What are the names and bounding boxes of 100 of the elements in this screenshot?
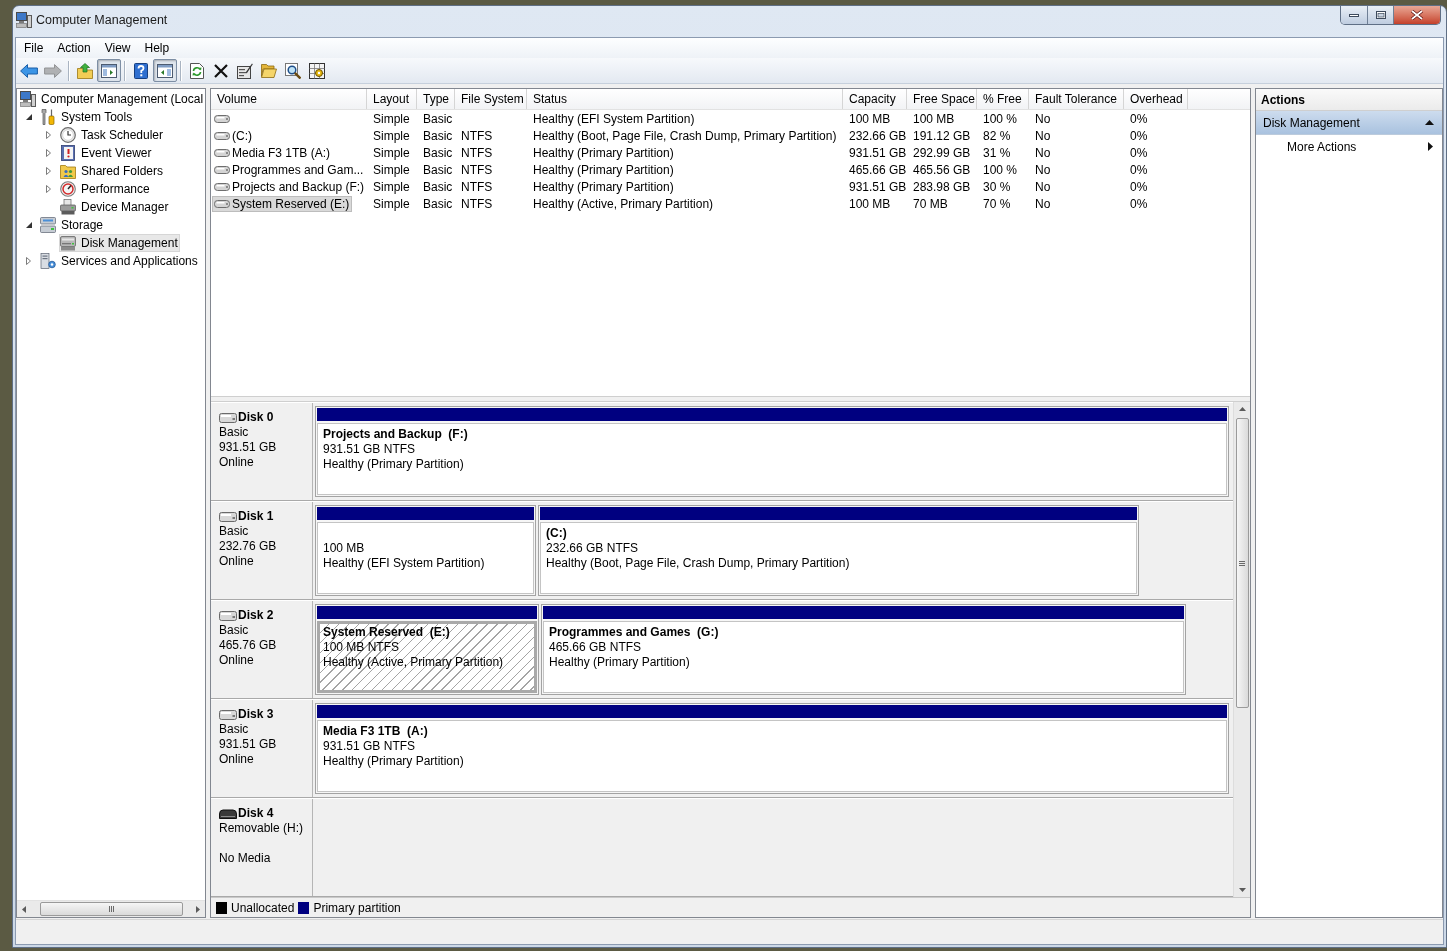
tree-item[interactable]: Device Manager: [59, 198, 171, 216]
status-value: Healthy (EFI System Partition): [533, 110, 695, 128]
partition-size: 931.51 GB NTFS: [323, 442, 416, 457]
scroll-down-arrow-icon[interactable]: [1238, 888, 1246, 892]
scroll-thumb[interactable]: [1235, 418, 1249, 708]
show-hide-action-pane-button[interactable]: [153, 59, 177, 82]
partition-block[interactable]: Media F3 1TB (A:) 931.51 GB NTFS Healthy (Primary Partition): [315, 703, 1229, 794]
fault-tolerance-value: No: [1035, 178, 1051, 196]
partition-block[interactable]: (C:) 232.66 GB NTFS Healthy (Boot, Page File, Crash Dump, Primary Partition): [538, 505, 1139, 596]
tree-item[interactable]: Task Scheduler: [59, 126, 166, 144]
partition-name: Media F3 1TB (A:): [323, 724, 428, 739]
overhead-value: 0%: [1130, 195, 1148, 213]
disk-name: Disk 3: [238, 707, 274, 722]
layout-value: Simple: [373, 127, 410, 145]
disk-drive-icon: [60, 235, 76, 251]
type-value: Basic: [423, 144, 453, 162]
expand-triangle-icon[interactable]: [26, 114, 32, 120]
partition-name: Programmes and Games (G:): [549, 625, 719, 640]
column-header[interactable]: File System: [455, 89, 527, 109]
tree-item[interactable]: Shared Folders: [59, 162, 166, 180]
disk-status: Online: [219, 653, 254, 668]
menu-item[interactable]: Action: [50, 38, 98, 58]
disk-name: Disk 2: [238, 608, 274, 623]
actions-section-header[interactable]: Disk Management: [1256, 111, 1442, 135]
partition-size: 232.66 GB NTFS: [546, 541, 639, 556]
tools-icon: [40, 109, 56, 125]
disk-size: 232.76 GB: [219, 539, 277, 554]
column-header[interactable]: Status: [527, 89, 843, 109]
menu-item[interactable]: View: [97, 38, 138, 58]
volume-name: Media F3 1TB (A:): [232, 144, 331, 162]
menu-item[interactable]: File: [17, 38, 51, 58]
partition-block[interactable]: Programmes and Games (G:) 465.66 GB NTFS Healthy (Primary Partition): [541, 604, 1186, 695]
partition-block[interactable]: 100 MB Healthy (EFI System Partition): [315, 505, 536, 596]
layout-value: Simple: [373, 195, 410, 213]
capacity-value: 100 MB: [849, 195, 891, 213]
disk-status: Online: [219, 455, 254, 470]
window-title: Computer Management: [36, 11, 168, 29]
tree-item[interactable]: Storage: [39, 216, 106, 234]
disk-name: Disk 1: [238, 509, 274, 524]
capacity-value: 465.66 GB: [849, 161, 907, 179]
status-value: Healthy (Boot, Page File, Crash Dump, Primary Partition): [533, 127, 837, 145]
vertical-scrollbar[interactable]: [1233, 402, 1250, 897]
expand-triangle-icon[interactable]: [26, 222, 32, 228]
tree-item[interactable]: System Tools: [39, 108, 135, 126]
drive-icon: [214, 148, 230, 157]
partition-name: (C:): [546, 526, 567, 541]
percent-free-value: 30 %: [983, 178, 1011, 196]
column-header[interactable]: % Free: [977, 89, 1029, 109]
printer-icon: [60, 199, 76, 215]
open-folder-icon: [261, 63, 277, 78]
overhead-value: 0%: [1130, 127, 1148, 145]
scroll-thumb[interactable]: [40, 902, 183, 916]
search-icon: [285, 62, 301, 79]
overhead-value: 0%: [1130, 110, 1148, 128]
percent-free-value: 100 %: [983, 161, 1018, 179]
partition-status: Healthy (EFI System Partition): [323, 556, 485, 571]
partition-size: 465.66 GB NTFS: [549, 640, 642, 655]
layout-value: Simple: [373, 161, 410, 179]
free-space-value: 70 MB: [913, 195, 948, 213]
column-header[interactable]: Capacity: [843, 89, 907, 109]
action-item[interactable]: More Actions: [1256, 135, 1442, 158]
delete-icon: [214, 63, 228, 78]
type-value: Basic: [423, 161, 453, 179]
scroll-right-arrow-icon[interactable]: [196, 905, 200, 913]
scroll-up-arrow-icon[interactable]: [1238, 407, 1246, 411]
gauge-icon: [60, 181, 76, 197]
horizontal-scrollbar[interactable]: [17, 900, 205, 917]
tree-item[interactable]: Services and Applications: [39, 252, 200, 270]
tree-item[interactable]: Performance: [59, 180, 152, 198]
free-space-value: 191.12 GB: [913, 127, 971, 145]
maximize-button[interactable]: [1368, 6, 1394, 24]
disk-drive-icon: [219, 709, 237, 720]
file-system-value: NTFS: [461, 178, 493, 196]
volume-name: System Reserved (E:): [232, 195, 350, 213]
computer-icon: [20, 91, 36, 107]
tree-item[interactable]: Disk Management: [59, 234, 180, 252]
partition-block[interactable]: Projects and Backup (F:) 931.51 GB NTFS Healthy (Primary Partition): [315, 406, 1229, 497]
column-header[interactable]: Layout: [367, 89, 417, 109]
tree-item[interactable]: Computer Management (Local: [19, 90, 206, 108]
column-header[interactable]: Overhead: [1124, 89, 1188, 109]
type-value: Basic: [423, 110, 453, 128]
fault-tolerance-value: No: [1035, 110, 1051, 128]
scroll-left-arrow-icon[interactable]: [22, 905, 26, 913]
disk-name: Disk 0: [238, 410, 274, 425]
column-header[interactable]: Fault Tolerance: [1029, 89, 1124, 109]
column-header[interactable]: Volume: [211, 89, 367, 109]
overhead-value: 0%: [1130, 178, 1148, 196]
layout-value: Simple: [373, 178, 410, 196]
tree-item[interactable]: Event Viewer: [59, 144, 154, 162]
drive-icon: [214, 182, 230, 191]
column-header[interactable]: Type: [417, 89, 455, 109]
menu-item[interactable]: Help: [137, 38, 177, 58]
column-header[interactable]: Free Space: [907, 89, 977, 109]
grip-icon: [109, 906, 114, 912]
minimize-button[interactable]: [1341, 6, 1368, 24]
show-hide-tree-button[interactable]: [97, 59, 121, 82]
close-button[interactable]: [1394, 6, 1440, 24]
folder-up-icon: [77, 62, 93, 79]
disk-status: Online: [219, 752, 254, 767]
partition-block[interactable]: System Reserved (E:) 100 MB NTFS Healthy (Active, Primary Partition): [315, 604, 539, 695]
